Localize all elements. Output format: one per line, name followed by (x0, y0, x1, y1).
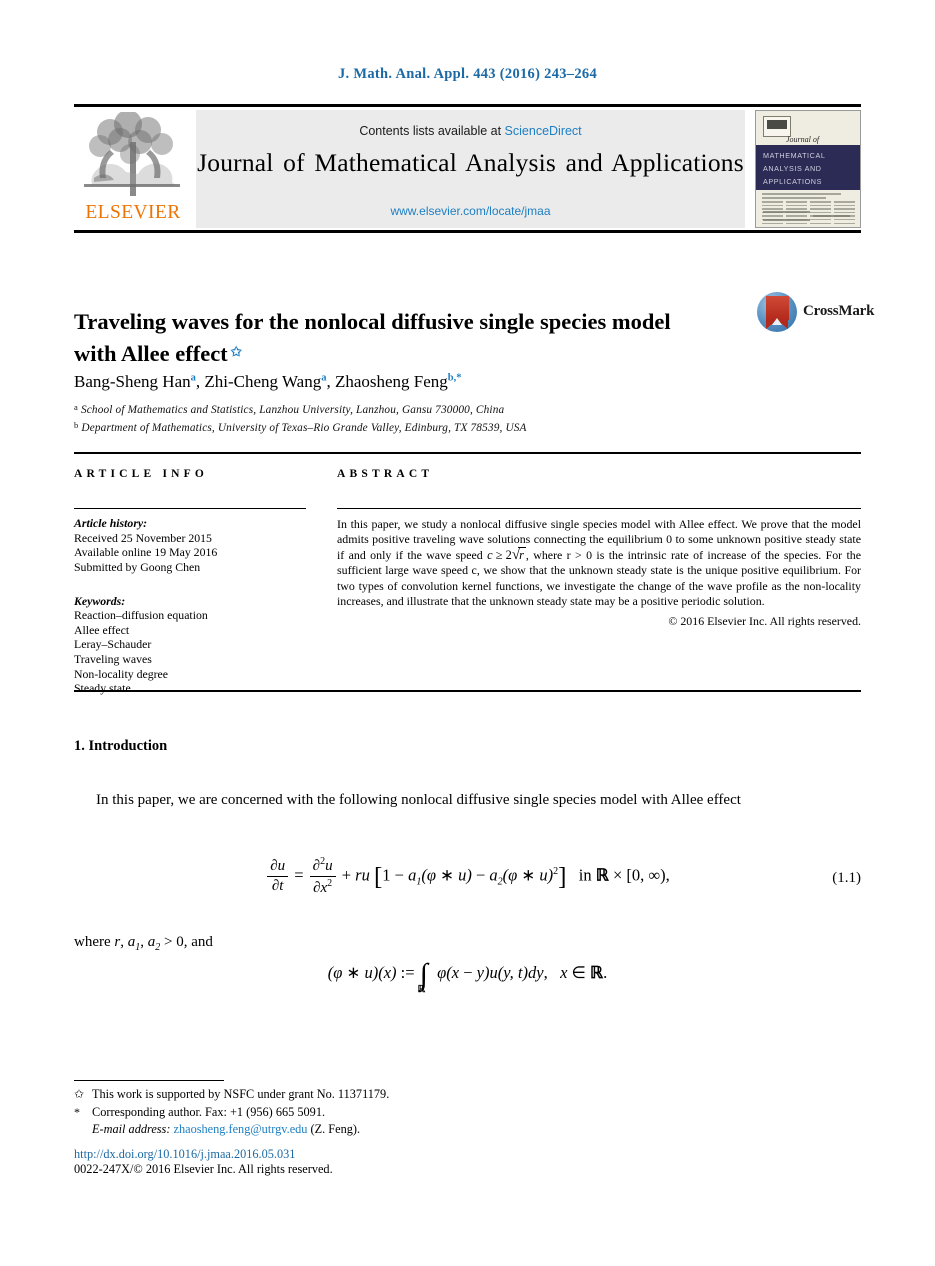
article-info-divider (74, 508, 306, 510)
article-info-heading: ARTICLE INFO (74, 468, 209, 480)
affiliation-list: a School of Mathematics and Statistics, L… (74, 400, 864, 435)
contents-prefix: Contents lists available at (359, 124, 505, 138)
keywords-label: Keywords: (74, 593, 126, 608)
cover-text-lines (762, 193, 854, 201)
affiliation-text: School of Mathematics and Statistics, La… (80, 404, 505, 416)
title-footnote-marker: ✩ (230, 344, 242, 360)
footnote-marker: ✩ (74, 1087, 85, 1101)
keyword-item: Leray–Schauder (74, 637, 152, 652)
keywords-group: Keywords: Reaction–diffusion equation Al… (74, 594, 306, 696)
body-paragraph-1: In this paper, we are concerned with the… (74, 788, 861, 813)
keyword-item: Traveling waves (74, 651, 152, 666)
keyword-item: Allee effect (74, 622, 130, 637)
abstract-column: ABSTRACT In this paper, we study a nonlo… (337, 468, 861, 629)
elsevier-logo: ELSEVIER (74, 110, 192, 228)
article-history-group: Article history: Received 25 November 20… (74, 516, 306, 574)
title-text: Traveling waves for the nonlocal diffusi… (74, 309, 671, 367)
footnote-text: Corresponding author. Fax: +1 (956) 665 … (92, 1104, 326, 1119)
paper-page: J. Math. Anal. Appl. 443 (2016) 243–264 (0, 0, 935, 1266)
abstract-divider (337, 508, 861, 510)
body-paragraph-1-text: In this paper, we are concerned with the… (96, 792, 741, 808)
footnote-item: ✩ This work is supported by NSFC under gr… (74, 1086, 774, 1104)
affiliation-marker: b (74, 419, 79, 430)
equation-2-block: (φ ∗ u)(x) := ∫ ℝ φ(x − y)u(y, t)dy, x ∈ … (74, 958, 861, 995)
page-title: Traveling waves for the nonlocal diffusi… (74, 307, 714, 369)
affiliation-marker: a (74, 402, 78, 412)
affiliation-text: Department of Mathematics, University of… (81, 421, 527, 434)
footnote-text: This work is supported by NSFC under gra… (92, 1087, 390, 1101)
email-address-label: E-mail address: (92, 1122, 171, 1136)
footnote-list: ✩ This work is supported by NSFC under gr… (74, 1086, 774, 1139)
abstract-text: In this paper, we study a nonlocal diffu… (337, 517, 861, 609)
crossmark-icon (757, 292, 797, 332)
cover-publisher-mark (763, 116, 791, 137)
keyword-item: Reaction–diffusion equation (74, 608, 208, 623)
author-affiliation-marker: b,* (447, 372, 462, 384)
body-paragraph-2: where r, a1, a2 > 0, and (74, 930, 861, 960)
keyword-item: Steady state (74, 681, 131, 696)
equation-1-number: (1.1) (832, 870, 861, 886)
info-band-top-rule (74, 452, 861, 455)
cover-band-title: MATHEMATICAL ANALYSIS AND APPLICATIONS (756, 145, 860, 190)
article-info-column: ARTICLE INFO Article history: Received 2… (74, 468, 306, 696)
article-history-item: Received 25 November 2015 (74, 530, 212, 545)
keyword-item: Non-locality degree (74, 666, 169, 681)
elsevier-wordmark: ELSEVIER (85, 202, 181, 223)
contents-available-line: Contents lists available at ScienceDirec… (196, 124, 745, 138)
affiliation-item: b Department of Mathematics, University o… (74, 418, 864, 436)
journal-masthead: ELSEVIER Contents lists available at Sci… (74, 104, 861, 233)
masthead-bottom-rule (74, 230, 861, 233)
journal-homepage-link[interactable]: www.elsevier.com/locate/jmaa (196, 204, 745, 218)
footnote-item: * Corresponding author. Fax: +1 (956) 665… (74, 1104, 774, 1122)
cover-script-line: Journal of (786, 135, 820, 144)
affiliation-item: a School of Mathematics and Statistics, L… (74, 400, 864, 418)
author-name: Zhaosheng Feng (334, 372, 448, 391)
article-history-item: Submitted by Goong Chen (74, 559, 201, 574)
article-history-item: Available online 19 May 2016 (74, 545, 218, 560)
footnote-marker: * (74, 1104, 80, 1119)
abstract-inline-math: c ≥ 2√r (487, 547, 526, 564)
journal-cover-thumbnail[interactable]: Journal of MATHEMATICAL ANALYSIS AND APP… (755, 110, 861, 228)
cover-footer-lines (763, 211, 853, 224)
masthead-panel: Contents lists available at ScienceDirec… (196, 110, 745, 228)
crossmark-label: CrossMark (803, 303, 875, 319)
email-address-suffix: (Z. Feng). (310, 1122, 361, 1136)
author-list: Bang-Sheng Hana, Zhi-Cheng Wanga, Zhaosh… (74, 372, 462, 391)
sciencedirect-link[interactable]: ScienceDirect (505, 124, 582, 138)
author-affiliation-marker: a (321, 372, 327, 384)
footnote-email-line: E-mail address: zhaosheng.feng@utrgv.edu… (74, 1121, 774, 1139)
author-name: Bang-Sheng Han (74, 372, 191, 391)
abstract-heading: ABSTRACT (337, 468, 434, 480)
crossmark-badge[interactable]: CrossMark (757, 292, 874, 334)
equation-2-math: (φ ∗ u)(x) := ∫ ℝ φ(x − y)u(y, t)dy, x ∈ … (327, 958, 608, 995)
footnote-rule (74, 1080, 224, 1082)
abstract-copyright: © 2016 Elsevier Inc. All rights reserved… (668, 614, 861, 629)
journal-title: Journal of Mathematical Analysis and App… (197, 148, 744, 177)
email-address-link[interactable]: zhaosheng.feng@utrgv.edu (174, 1122, 308, 1136)
author-affiliation-marker: a (190, 372, 196, 384)
equation-1-math: ∂u ∂t = ∂2u ∂x2 + ru [1 − a1(φ ∗ u) − a2(φ… (265, 856, 670, 897)
equation-1-block: ∂u ∂t = ∂2u ∂x2 + ru [1 − a1(φ ∗ u) − a2(φ… (74, 856, 861, 897)
elsevier-tree-icon (80, 110, 184, 200)
section-heading-introduction: 1. Introduction (74, 738, 168, 754)
doi-link[interactable]: http://dx.doi.org/10.1016/j.jmaa.2016.05… (74, 1147, 295, 1162)
issn-copyright-line: 0022-247X/© 2016 Elsevier Inc. All right… (74, 1162, 333, 1176)
masthead-top-rule (74, 104, 861, 107)
body-paragraph-2-math: where r, a1, a2 > 0, and (74, 934, 213, 953)
author-name: Zhi-Cheng Wang (204, 372, 322, 391)
article-history-label: Article history: (74, 516, 148, 531)
running-head: J. Math. Anal. Appl. 443 (2016) 243–264 (337, 66, 598, 82)
